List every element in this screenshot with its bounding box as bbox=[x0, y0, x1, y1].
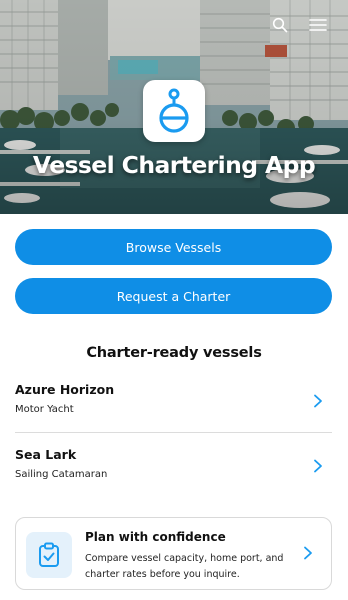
list-divider bbox=[15, 432, 332, 433]
info-card-title: Plan with confidence bbox=[85, 530, 226, 544]
vessel-name: Azure Horizon bbox=[15, 382, 115, 397]
clipboard-check-icon bbox=[39, 542, 59, 567]
hamburger-menu-icon bbox=[309, 19, 327, 31]
search-icon bbox=[272, 17, 288, 33]
section-title: Charter-ready vessels bbox=[86, 345, 262, 361]
app-logo bbox=[143, 80, 205, 142]
vessel-name: Sea Lark bbox=[15, 447, 77, 462]
chevron-right-icon bbox=[314, 394, 322, 408]
vessel-type: Sailing Catamaran bbox=[15, 469, 108, 480]
info-icon-box bbox=[26, 532, 72, 578]
vessel-type: Motor Yacht bbox=[15, 404, 74, 415]
info-card-body: Compare vessel capacity, home port, and … bbox=[85, 553, 284, 580]
menu-button[interactable] bbox=[307, 14, 329, 36]
chevron-right-icon bbox=[314, 459, 322, 473]
vessel-list-item[interactable]: Sea Lark Sailing Catamaran bbox=[15, 447, 332, 497]
vessel-list-item[interactable]: Azure Horizon Motor Yacht bbox=[15, 382, 332, 432]
search-button[interactable] bbox=[269, 14, 291, 36]
buoy-logo-icon bbox=[159, 88, 189, 133]
chevron-right-icon bbox=[304, 546, 312, 560]
app-title: Vessel Chartering App bbox=[32, 151, 316, 179]
request-charter-button[interactable]: Request a Charter bbox=[15, 278, 332, 314]
browse-vessels-button[interactable]: Browse Vessels bbox=[15, 229, 332, 265]
plan-info-card[interactable]: Plan with confidence Compare vessel capa… bbox=[15, 517, 332, 590]
hero-banner: Vessel Chartering App bbox=[0, 0, 348, 214]
